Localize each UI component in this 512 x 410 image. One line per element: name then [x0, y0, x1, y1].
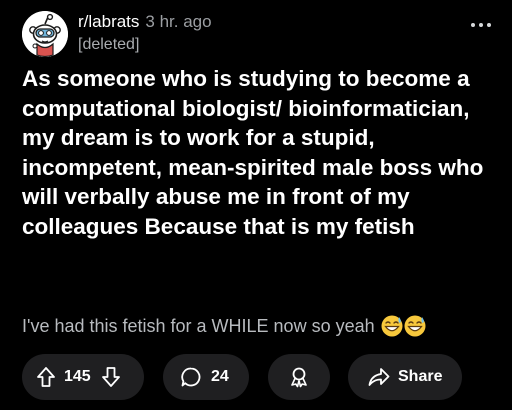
share-label: Share — [398, 368, 443, 385]
post-body-text: I've had this fetish for a WHILE now so … — [22, 316, 375, 336]
vote-count: 145 — [64, 368, 91, 385]
post-time: 3 hr. ago — [145, 12, 212, 31]
vote-control: 145 — [22, 354, 144, 400]
comment-count: 24 — [211, 368, 229, 385]
subreddit-name[interactable]: r/labrats — [78, 12, 139, 31]
meta-line: r/labrats 3 hr. ago — [78, 11, 212, 33]
downvote-arrow-icon[interactable] — [101, 366, 121, 388]
more-options-dot — [487, 23, 491, 27]
more-options-icon — [471, 23, 475, 27]
post-body: I've had this fetish for a WHILE now so … — [22, 314, 426, 338]
comment-bubble-icon — [181, 367, 201, 387]
post-author: [deleted] — [78, 36, 140, 53]
snoo-icon — [22, 11, 68, 57]
share-button[interactable]: Share — [348, 354, 462, 400]
post-actions-bar: 145 24 Share — [0, 354, 512, 400]
more-options-button[interactable] — [470, 16, 492, 34]
comments-button[interactable]: 24 — [163, 354, 249, 400]
award-icon — [291, 367, 307, 388]
post-header: r/labrats 3 hr. ago [deleted] — [22, 8, 494, 60]
share-arrow-icon — [368, 368, 390, 386]
post-title[interactable]: As someone who is studying to become a c… — [22, 64, 500, 241]
subreddit-avatar[interactable] — [22, 11, 68, 57]
award-button[interactable] — [268, 354, 330, 400]
sweat-smile-emoji — [404, 315, 426, 337]
upvote-arrow-icon[interactable] — [36, 366, 56, 388]
post-meta: r/labrats 3 hr. ago [deleted] — [78, 11, 212, 56]
more-options-dot — [479, 23, 483, 27]
sweat-smile-emoji — [381, 315, 403, 337]
